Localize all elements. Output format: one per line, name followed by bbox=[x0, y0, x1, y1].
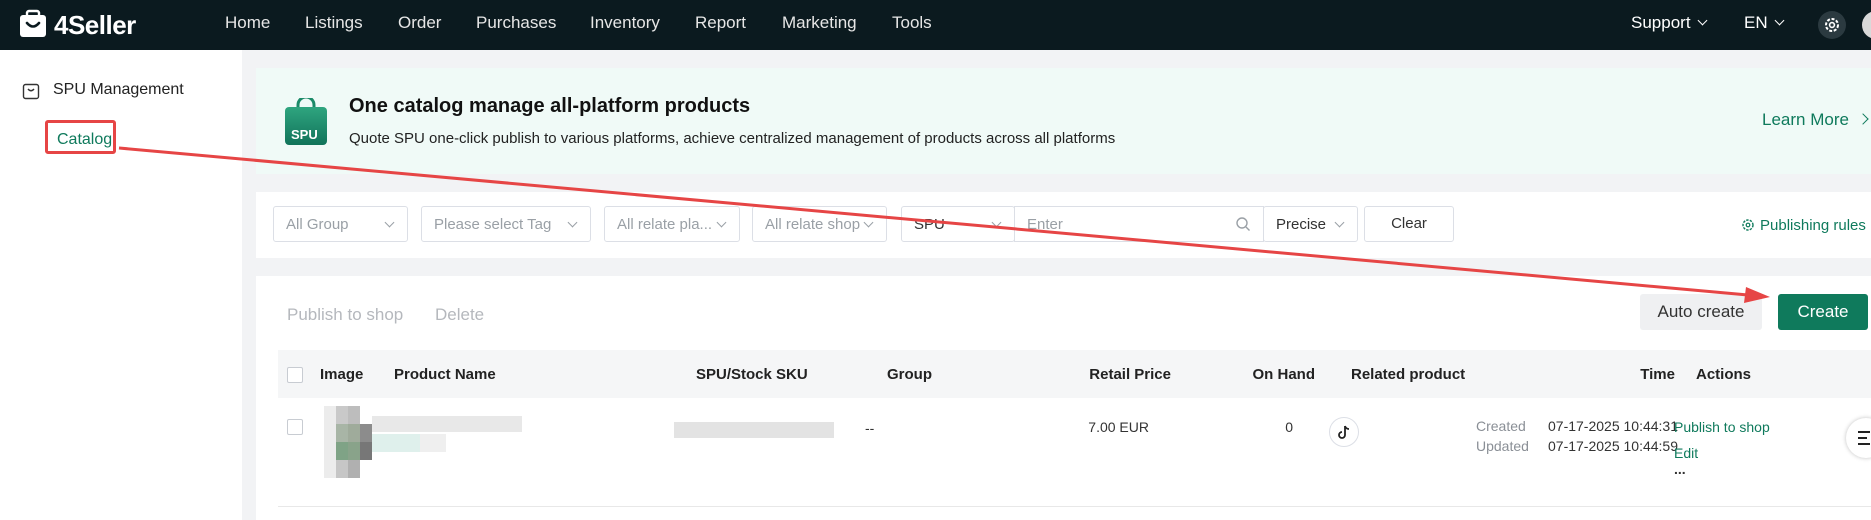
annotation-arrow bbox=[118, 146, 1770, 303]
